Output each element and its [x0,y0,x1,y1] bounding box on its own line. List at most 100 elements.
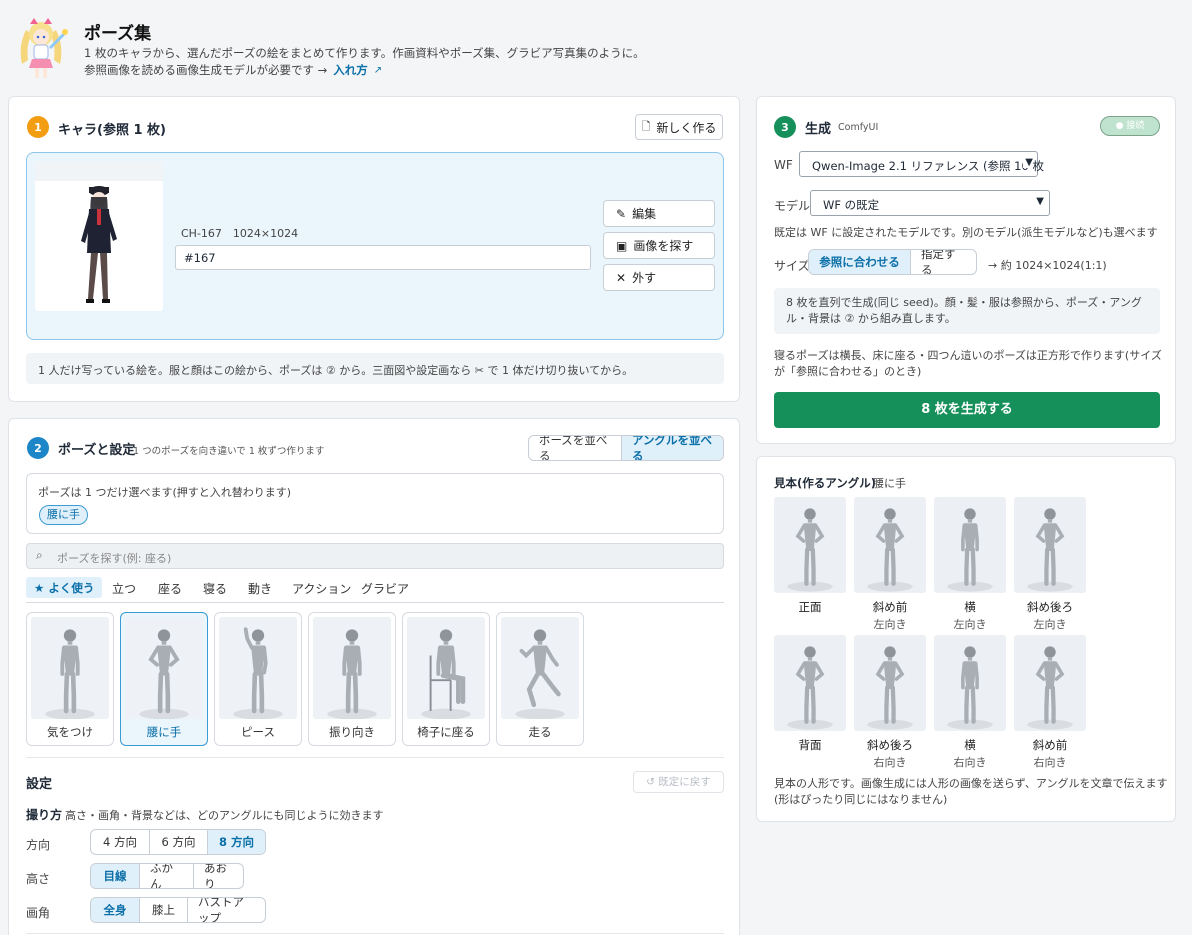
pose-list-tab[interactable]: ポーズを並べる [529,436,621,460]
pose-thumb-label: ピース [241,725,275,739]
frame-knee[interactable]: 膝上 [139,898,187,922]
frame-bust[interactable]: バストアップ [187,898,265,922]
new-chara-label: 新しく作る [656,120,717,135]
direction-toggle: 4 方向 6 方向 8 方向 [90,829,266,855]
sample-angle-image [854,497,926,593]
direction-8[interactable]: 8 方向 [207,830,265,854]
pose-select-hint: ポーズは 1 つだけ選べます(押すと入れ替わります) [38,486,292,499]
sample-angle-label: 横 [964,738,976,752]
sample-angle-6: 横右向き [934,635,1006,770]
chara-image [35,161,163,311]
pose-thumb-image [501,617,579,719]
pose-category-tab-0[interactable]: ★ よく使う [26,577,103,598]
sample-angle-image [774,497,846,593]
sample-angle-label: 横 [964,600,976,614]
frame-full[interactable]: 全身 [91,898,139,922]
sample-angle-image [854,635,926,731]
generate-card: 3 生成 ComfyUI ● 接続 WF Qwen-Image 2.1 リファレ… [756,96,1176,444]
sample-pose-name: 腰に手 [873,477,906,490]
reset-button[interactable]: ↺ 既定に戻す [633,771,724,793]
search-icon: ⌕ [36,548,43,562]
sample-card: 見本(作るアングル) 腰に手 正面 斜め前 左向き横左向き 斜め後ろ 左向き 背面 斜め後ろ… [756,456,1176,822]
pose-thumb-5[interactable]: 走る [496,612,584,746]
setup-link[interactable]: 入れ方 [333,62,368,78]
height-toggle: 目線 ふかん あおり [90,863,244,889]
new-chara-button[interactable]: 🗋 新しく作る [635,114,723,140]
connection-status[interactable]: ● 接続 [1100,116,1160,136]
find-image-button[interactable]: ▣ 画像を探す [603,232,715,259]
chara-selected-box: CH-167 1024×1024 #167 ✎ 編集 ▣ 画像を探す ✕ 外す [26,152,724,340]
remove-button[interactable]: ✕ 外す [603,264,715,291]
generate-title: 生成 [805,122,832,137]
pose-category-tab-3[interactable]: 寝る [203,580,227,597]
model-value: WF の既定 [823,198,880,212]
pose-category-tab-5[interactable]: アクション [292,580,351,597]
sample-angle-label: 斜め後ろ [1027,600,1073,614]
pose-thumb-label: 振り向き [329,725,375,739]
pose-category-tab-1[interactable]: 立つ [112,580,136,597]
sample-angle-3: 斜め後ろ 左向き [1014,497,1086,632]
edit-button[interactable]: ✎ 編集 [603,200,715,227]
settings-divider [26,757,724,758]
size-custom[interactable]: 指定する [910,250,976,274]
app-logo [12,12,70,82]
sample-angle-label: 斜め後ろ [867,738,913,752]
direction-6[interactable]: 6 方向 [149,830,207,854]
direction-4[interactable]: 4 方向 [91,830,149,854]
sample-angle-7: 斜め前 右向き [1014,635,1086,770]
pose-thumb-1[interactable]: 腰に手 [120,612,208,746]
sample-angle-label: 斜め前 [1032,738,1068,752]
image-search-icon: ▣ [616,238,628,253]
pose-thumb-label: 腰に手 [146,725,182,739]
wf-label: WF [774,158,793,172]
pose-category-tab-4[interactable]: 動き [248,580,272,597]
chevron-down-icon: ▼ [1036,196,1044,207]
angle-list-tab[interactable]: アングルを並べる [621,436,723,460]
generate-button[interactable]: 8 枚を生成する [774,392,1160,428]
page-title: ポーズ集 [84,24,152,44]
sample-angle-4: 背面 [774,635,846,754]
model-select[interactable]: WF の既定 ▼ [810,190,1050,216]
pose-search-placeholder: ポーズを探す(例: 座る) [57,552,172,565]
requirement-text: 参照画像を読める画像生成モデルが必要です → [84,63,328,77]
pose-thumb-image [313,617,391,719]
height-low[interactable]: あおり [193,864,243,888]
sample-angle-sublabel: 右向き [953,756,987,769]
chara-meta: CH-167 1024×1024 [181,227,299,240]
pose-thumb-4[interactable]: 椅子に座る [402,612,490,746]
height-eye[interactable]: 目線 [91,864,139,888]
sample-angle-sublabel: 右向き [873,756,907,769]
tab-divider [26,602,724,603]
chara-name-input[interactable]: #167 [175,245,591,270]
pose-category-tab-6[interactable]: グラビア [361,580,409,597]
size-fit-reference[interactable]: 参照に合わせる [809,250,910,274]
sample-angle-label: 正面 [798,600,822,614]
pose-thumb-2[interactable]: ピース [214,612,302,746]
sample-note-2: (形はぴったり同じにはなりません) [774,793,948,806]
wf-select[interactable]: Qwen-Image 2.1 リファレンス (参照 10 枚 ▼ [799,151,1044,177]
sample-angle-image [1014,497,1086,593]
generate-note: 寝るポーズは横長、床に座る・四つん這いのポーズは正方形で作ります(サイズが「参照… [774,349,1162,378]
pose-search[interactable]: ⌕ ポーズを探す(例: 座る) [26,543,724,569]
pose-thumb-image [125,617,203,719]
pose-thumb-label: 椅子に座る [417,725,475,739]
sample-angle-label: 背面 [798,738,822,752]
shoot-desc: 高さ・画角・背景などは、どのアングルにも同じように効きます [65,809,384,822]
pose-thumb-3[interactable]: 振り向き [308,612,396,746]
page-description: 1 枚のキャラから、選んだポーズの絵をまとめて作ります。作画資料やポーズ集、グラ… [84,46,645,60]
pose-card: 2 ポーズと設定 1 つのポーズを向き違いで 1 枚ずつ作ります ポーズを並べる… [8,418,740,935]
chara-note: 1 人だけ写っている絵を。服と顔はこの絵から、ポーズは ② から。三面図や設定画… [26,353,724,384]
pose-category-tab-2[interactable]: 座る [158,580,182,597]
generate-engine: ComfyUI [838,122,879,133]
sample-angle-image [774,635,846,731]
direction-label: 方向 [26,838,51,852]
sample-angle-5: 斜め後ろ 右向き [854,635,926,770]
close-icon: ✕ [616,270,627,285]
height-label: 高さ [26,872,51,886]
step-3-badge: 3 [774,116,796,138]
height-high[interactable]: ふかん [139,864,193,888]
shoot-label: 撮り方 [26,808,63,822]
selected-pose-chip[interactable]: 腰に手 [39,505,88,525]
bottom-divider [26,933,724,934]
pose-thumb-0[interactable]: 気をつけ [26,612,114,746]
